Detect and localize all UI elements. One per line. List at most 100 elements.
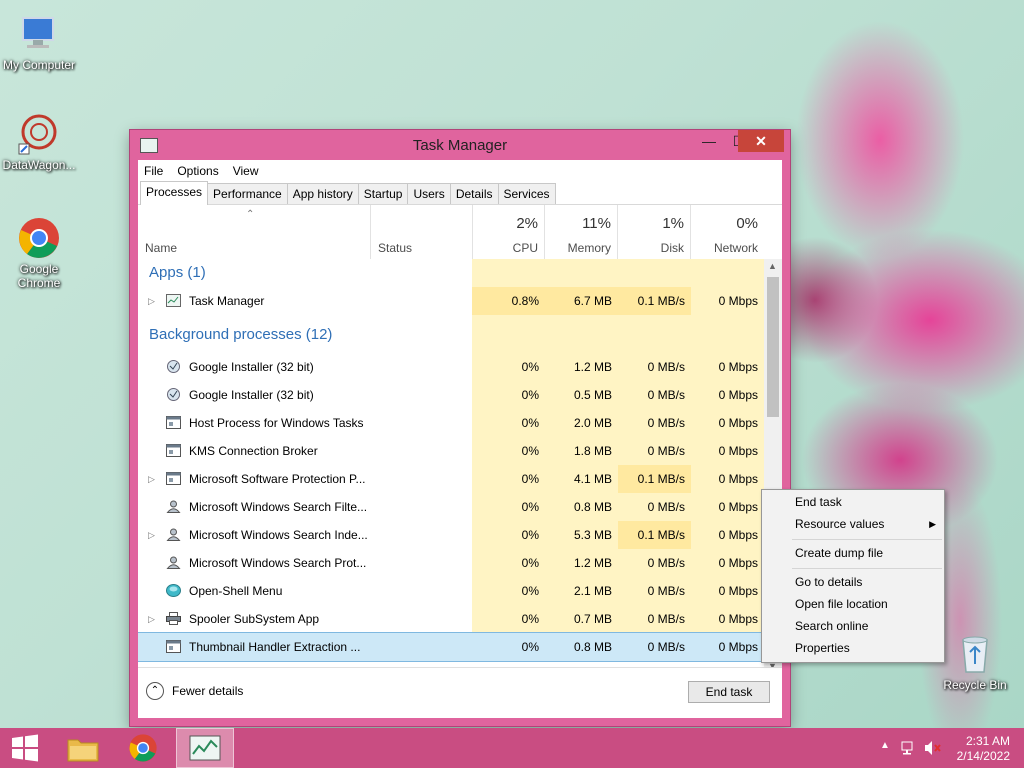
memory-value: 2.1 MB bbox=[545, 577, 618, 605]
table-row[interactable]: Google Installer (32 bit) 0% 0.5 MB 0 MB… bbox=[138, 381, 764, 409]
desktop-icon-my-computer[interactable]: My Computer bbox=[1, 12, 77, 72]
cpu-value: 0% bbox=[472, 437, 545, 465]
menu-options[interactable]: Options bbox=[177, 164, 218, 178]
desktop-icon-datawagon[interactable]: DataWagon... bbox=[1, 112, 77, 172]
table-row[interactable]: KMS Connection Broker 0% 1.8 MB 0 MB/s 0… bbox=[138, 437, 764, 465]
scrollbar-thumb[interactable] bbox=[767, 277, 779, 417]
cpu-value: 0% bbox=[472, 521, 545, 549]
network-value: 0 Mbps bbox=[691, 381, 764, 409]
taskbar-file-explorer[interactable] bbox=[56, 728, 114, 768]
process-name: Google Installer (32 bit) bbox=[189, 388, 314, 402]
end-task-button[interactable]: End task bbox=[688, 681, 770, 703]
expand-arrow-icon[interactable]: ▷ bbox=[148, 465, 155, 493]
table-row[interactable]: Microsoft Windows Search Filte... 0% 0.8… bbox=[138, 493, 764, 521]
menu-view[interactable]: View bbox=[233, 164, 259, 178]
printer-icon bbox=[166, 612, 181, 625]
tab-users[interactable]: Users bbox=[407, 183, 451, 204]
tab-performance[interactable]: Performance bbox=[207, 183, 288, 204]
disk-value: 0.1 MB/s bbox=[618, 465, 691, 493]
table-row[interactable]: ▷ Microsoft Software Protection P... 0% … bbox=[138, 465, 764, 493]
fewer-details-button[interactable]: ⌃ Fewer details bbox=[146, 682, 243, 700]
minimize-button[interactable]: — bbox=[694, 130, 724, 152]
close-button[interactable]: ✕ bbox=[738, 130, 784, 152]
tab-services[interactable]: Services bbox=[497, 183, 556, 204]
disk-column-label: Disk bbox=[660, 241, 684, 255]
menu-item-search-online[interactable]: Search online bbox=[762, 615, 944, 637]
table-row-selected[interactable]: Thumbnail Handler Extraction ... 0% 0.8 … bbox=[138, 632, 764, 662]
column-header-memory[interactable]: 11% Memory bbox=[545, 205, 618, 259]
disk-value: 0 MB/s bbox=[618, 437, 691, 465]
table-row[interactable]: ▷ Spooler SubSystem App 0% 0.7 MB 0 MB/s… bbox=[138, 605, 764, 633]
title-bar[interactable]: Task Manager — ☐ ✕ bbox=[130, 130, 790, 160]
process-name: Google Installer (32 bit) bbox=[189, 360, 314, 374]
cpu-column-label: CPU bbox=[512, 241, 538, 255]
menu-item-create-dump-file[interactable]: Create dump file bbox=[762, 542, 944, 564]
table-row[interactable]: Open-Shell Menu 0% 2.1 MB 0 MB/s 0 Mbps bbox=[138, 577, 764, 605]
process-name: Open-Shell Menu bbox=[189, 584, 283, 598]
tab-app-history[interactable]: App history bbox=[286, 183, 359, 204]
volume-muted-icon[interactable] bbox=[924, 740, 942, 756]
column-header-cpu[interactable]: 2% CPU bbox=[472, 205, 545, 259]
memory-value: 5.3 MB bbox=[545, 521, 618, 549]
cpu-value: 0% bbox=[472, 353, 545, 381]
desktop-icon-recycle-bin[interactable]: Recycle Bin bbox=[937, 632, 1013, 692]
desktop-icon-label: Recycle Bin bbox=[943, 678, 1007, 692]
disk-value: 0.1 MB/s bbox=[618, 287, 691, 315]
table-row[interactable]: Google Installer (32 bit) 0% 1.2 MB 0 MB… bbox=[138, 353, 764, 381]
search-user-icon bbox=[166, 556, 181, 569]
menu-item-open-file-location[interactable]: Open file location bbox=[762, 593, 944, 615]
menu-item-resource-values[interactable]: Resource values ▶ bbox=[762, 513, 944, 535]
window-title: Task Manager bbox=[412, 137, 508, 154]
menu-item-go-to-details[interactable]: Go to details bbox=[762, 571, 944, 593]
desktop-icon-label: Google Chrome bbox=[17, 262, 61, 290]
table-row[interactable]: Host Process for Windows Tasks 0% 2.0 MB… bbox=[138, 409, 764, 437]
start-button[interactable] bbox=[0, 728, 58, 768]
memory-value: 0.8 MB bbox=[573, 640, 612, 654]
network-icon[interactable] bbox=[901, 740, 917, 756]
column-header-network[interactable]: 0% Network bbox=[691, 205, 764, 259]
task-manager-icon bbox=[189, 735, 221, 761]
sort-arrow-icon: ⌃ bbox=[246, 209, 255, 220]
tab-details[interactable]: Details bbox=[449, 183, 499, 204]
expand-arrow-icon[interactable]: ▷ bbox=[148, 521, 155, 549]
table-row[interactable]: ▷ Task Manager 0.8% 6.7 MB 0.1 MB/s 0 Mb… bbox=[138, 287, 764, 315]
network-value: 0 Mbps bbox=[718, 640, 758, 654]
table-row[interactable]: Microsoft Windows Search Prot... 0% 1.2 … bbox=[138, 549, 764, 577]
process-name: Microsoft Windows Search Prot... bbox=[189, 556, 367, 570]
datawagon-icon bbox=[17, 112, 61, 156]
cpu-value: 0% bbox=[521, 640, 539, 654]
context-menu: End task Resource values ▶ Create dump f… bbox=[761, 489, 945, 663]
column-header-status[interactable]: Status bbox=[370, 205, 473, 259]
taskbar-chrome[interactable] bbox=[115, 728, 173, 768]
memory-value: 0.5 MB bbox=[545, 381, 618, 409]
disk-value: 0 MB/s bbox=[618, 493, 691, 521]
scroll-up-arrow-icon[interactable]: ▲ bbox=[768, 261, 777, 271]
tab-processes[interactable]: Processes bbox=[140, 181, 209, 205]
cpu-value: 0% bbox=[472, 493, 545, 521]
network-value: 0 Mbps bbox=[691, 493, 764, 521]
expand-arrow-icon[interactable]: ▷ bbox=[148, 287, 155, 315]
recycle-bin-icon bbox=[953, 632, 997, 676]
column-header-disk[interactable]: 1% Disk bbox=[618, 205, 691, 259]
memory-total-percent: 11% bbox=[582, 215, 611, 232]
folder-icon bbox=[67, 739, 99, 762]
show-hidden-icons-icon[interactable]: ▲ bbox=[880, 740, 890, 751]
cpu-value: 0.8% bbox=[472, 287, 545, 315]
menu-file[interactable]: File bbox=[144, 164, 163, 178]
expand-arrow-icon[interactable]: ▷ bbox=[148, 605, 155, 633]
column-header-name[interactable]: ⌃ Name bbox=[138, 205, 371, 259]
clock[interactable]: 2:31 AM 2/14/2022 bbox=[957, 734, 1010, 764]
taskbar-task-manager[interactable] bbox=[176, 728, 234, 768]
process-name: Task Manager bbox=[189, 294, 265, 308]
disk-value: 0 MB/s bbox=[618, 353, 691, 381]
desktop-icon-google-chrome[interactable]: Google Chrome bbox=[1, 216, 77, 290]
table-row[interactable]: ▷ Microsoft Windows Search Inde... 0% 5.… bbox=[138, 521, 764, 549]
menu-item-end-task[interactable]: End task bbox=[762, 491, 944, 513]
menu-item-properties[interactable]: Properties bbox=[762, 637, 944, 659]
tab-startup[interactable]: Startup bbox=[357, 183, 409, 204]
taskbar: ▲ 2:31 AM 2/14/2022 bbox=[0, 728, 1024, 768]
memory-value: 1.2 MB bbox=[545, 549, 618, 577]
menu-separator bbox=[792, 568, 942, 569]
memory-value: 0.7 MB bbox=[545, 605, 618, 633]
cpu-value: 0% bbox=[472, 605, 545, 633]
